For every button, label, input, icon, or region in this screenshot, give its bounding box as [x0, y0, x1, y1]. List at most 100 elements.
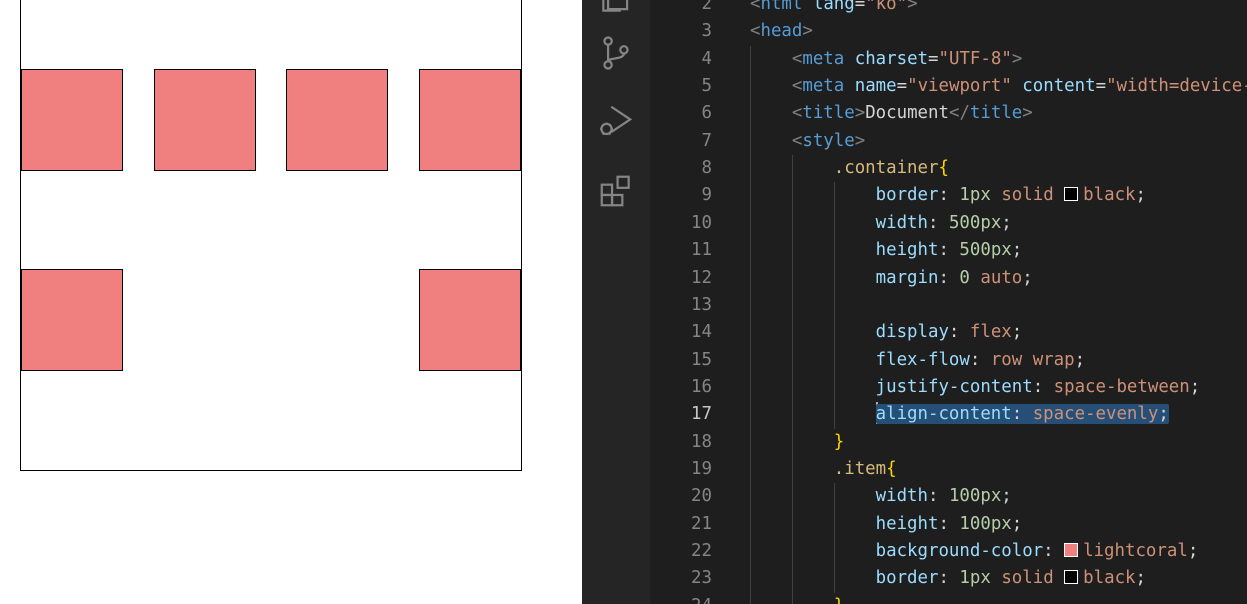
line-number: 21 — [691, 513, 712, 534]
code-token: height — [875, 513, 939, 534]
line-number: 4 — [701, 48, 712, 69]
code-token: meta — [802, 48, 845, 69]
code-text: margin: 0 auto; — [876, 265, 1033, 292]
flex-item — [419, 269, 521, 372]
code-token: ; — [1135, 185, 1146, 206]
code-text: height: 500px; — [876, 237, 1023, 264]
code-line: 13 — [650, 292, 1247, 319]
code-token: title — [802, 103, 855, 124]
line-number: 6 — [701, 103, 712, 124]
code-token: : — [938, 240, 960, 261]
flex-item — [21, 269, 123, 372]
line-number: 10 — [691, 212, 712, 233]
extensions-icon[interactable] — [596, 171, 636, 211]
code-token: ; — [1001, 486, 1012, 507]
code-token: 100px — [948, 486, 1002, 507]
code-line: 18} — [650, 429, 1247, 456]
code-token: solid — [1001, 185, 1054, 206]
code-token: 100px — [959, 513, 1012, 534]
code-line: 6 <title>Document</title> — [650, 100, 1247, 127]
code-token: title — [969, 103, 1023, 124]
code-token: Document — [865, 103, 949, 124]
run-debug-icon[interactable] — [596, 101, 636, 141]
code-token: lightcoral — [1083, 541, 1188, 561]
color-swatch[interactable] — [1064, 570, 1079, 585]
code-text: <meta charset="UTF-8"> — [792, 46, 1022, 73]
code-token: : — [1011, 404, 1033, 425]
code-token: ; — [1158, 404, 1169, 425]
code-line: 20 width: 100px; — [650, 483, 1247, 510]
code-text: <meta name="viewport" content="width=dev… — [792, 73, 1247, 100]
code-token: : — [948, 322, 970, 343]
code-token: = — [854, 0, 866, 14]
indent-guide — [750, 45, 751, 604]
code-text: border: 1px solid black; — [876, 565, 1146, 592]
flex-item — [21, 68, 123, 171]
code-token: ; — [1001, 212, 1012, 233]
code-token: > — [1011, 48, 1023, 69]
code-text: <html lang="ko"> — [750, 0, 918, 18]
code-text: align-content: space-evenly; — [875, 401, 1169, 428]
code-token: head — [760, 21, 803, 42]
line-number: 24 — [650, 593, 712, 604]
code-line: 3 <head> — [650, 18, 1247, 45]
color-swatch[interactable] — [1064, 187, 1079, 202]
code-line: 4 <meta charset="UTF-8"> — [650, 46, 1247, 73]
code-text: <head> — [750, 18, 813, 45]
code-token: "ko" — [865, 0, 908, 14]
code-token: < — [791, 76, 803, 97]
code-token: "viewport" — [907, 76, 1012, 97]
code-token: auto — [980, 267, 1023, 288]
line-number: 12 — [691, 267, 712, 288]
code-token: </ — [948, 103, 970, 124]
code-token: > — [1022, 103, 1033, 124]
files-icon[interactable] — [596, 0, 636, 18]
code-token: "UTF-8" — [938, 48, 1012, 69]
color-swatch[interactable] — [1064, 543, 1079, 557]
code-line: 11 height: 500px; — [650, 237, 1247, 264]
code-text: width: 100px; — [876, 483, 1012, 510]
code-token: > — [907, 0, 918, 14]
code-token: height — [875, 240, 939, 261]
code-line: 21 height: 100px; — [650, 511, 1247, 538]
code-token: > — [854, 130, 866, 151]
code-text: } — [834, 429, 844, 456]
code-token: < — [791, 103, 803, 124]
line-number: 7 — [701, 130, 712, 151]
code-token: 0 — [959, 267, 970, 288]
code-token: width — [875, 212, 928, 233]
line-number: 9 — [701, 185, 712, 206]
code-token: justify-content — [875, 376, 1033, 397]
line-number: 2 — [701, 0, 712, 14]
code-area[interactable]: 2 <html lang="ko"> 3 <head> 4 <meta charset="… — [650, 0, 1247, 604]
code-token: border — [875, 185, 939, 206]
code-token: ; — [1011, 322, 1023, 343]
code-token: : — [969, 349, 991, 370]
code-token: 1px — [959, 185, 991, 206]
code-token: ; — [1011, 240, 1023, 261]
code-line: 5 <meta name="viewport" content="width=de… — [650, 73, 1247, 100]
code-token: flex-flow — [875, 349, 970, 370]
line-number: 18 — [691, 431, 712, 452]
indent-guide — [833, 483, 835, 593]
line-number: 23 — [691, 568, 712, 589]
flex-item — [418, 68, 521, 171]
code-token: ; — [1022, 267, 1033, 288]
source-control-icon[interactable] — [596, 33, 636, 73]
code-token: charset — [854, 48, 929, 69]
line-number: 14 — [691, 322, 712, 343]
code-text: justify-content: space-between; — [876, 374, 1201, 401]
selection-highlight: align-content: space-evenly; — [875, 404, 1169, 425]
code-token: : — [927, 486, 949, 507]
line-number: 15 — [691, 349, 712, 370]
code-token: ; — [1187, 541, 1199, 561]
code-token: 1px — [959, 568, 991, 589]
code-text: display: flex; — [876, 319, 1023, 346]
code-token: = — [928, 48, 939, 69]
code-token: ; — [1189, 376, 1201, 397]
code-text: width: 500px; — [876, 210, 1012, 237]
